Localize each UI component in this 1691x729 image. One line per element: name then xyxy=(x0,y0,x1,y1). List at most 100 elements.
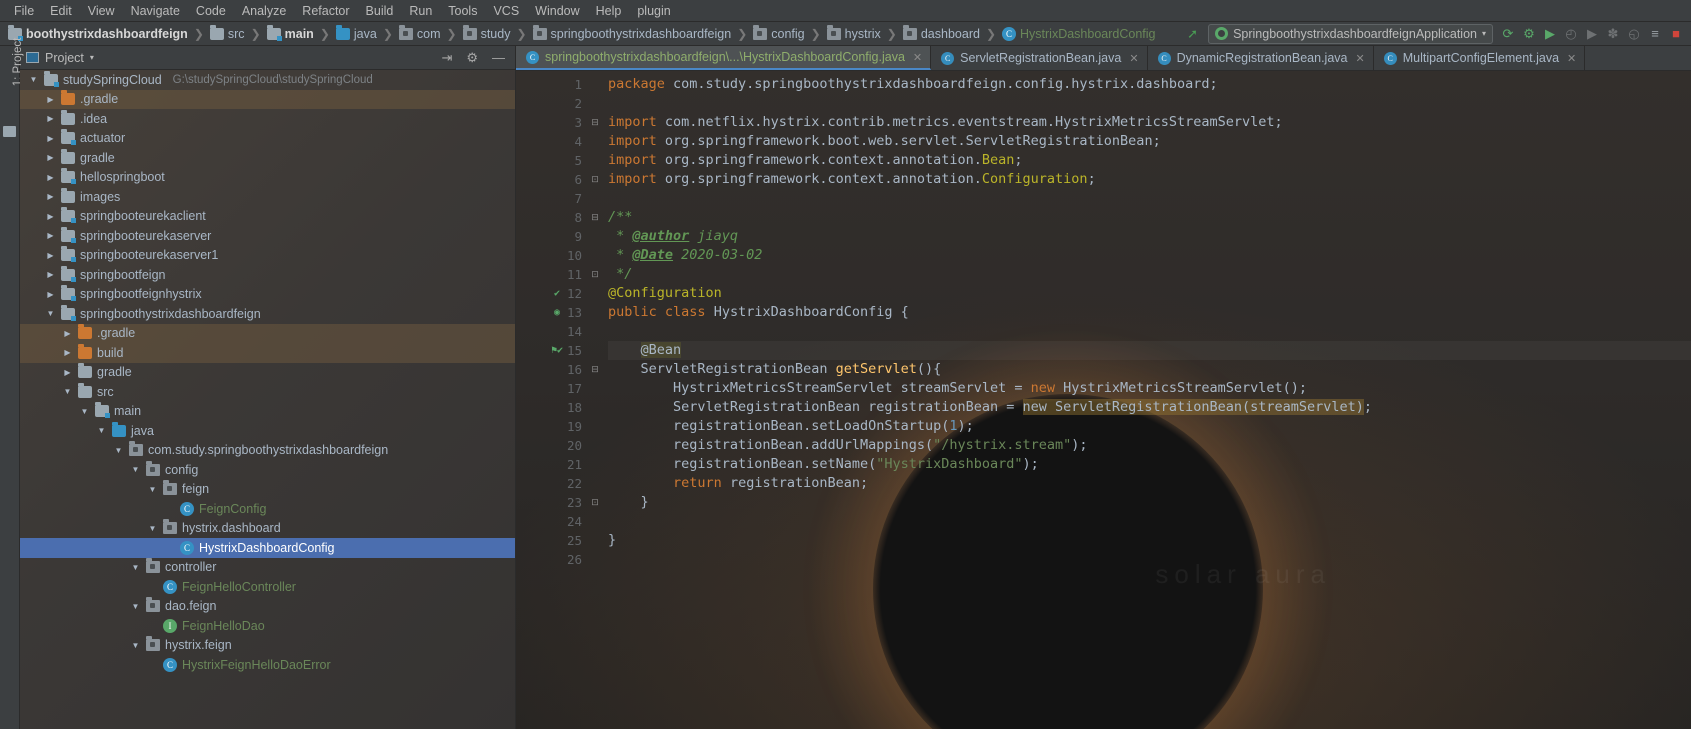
tree-item-config[interactable]: ▼ config xyxy=(20,460,515,480)
code-fold-toggle[interactable]: ⊡ xyxy=(588,170,602,189)
gutter-marker-icon[interactable]: ◉ xyxy=(551,307,563,318)
tree-item-springbootfeignhystrix[interactable]: ▶ springbootfeignhystrix xyxy=(20,285,515,305)
code-line-7[interactable] xyxy=(608,189,1691,208)
tree-item-springbooteurekaclient[interactable]: ▶ springbooteurekaclient xyxy=(20,207,515,227)
code-line-25[interactable]: } xyxy=(608,531,1691,550)
code-content[interactable]: package com.study.springboothystrixdashb… xyxy=(602,71,1691,729)
tree-item-gradle[interactable]: ▶ gradle xyxy=(20,148,515,168)
expand-arrow-icon[interactable]: ▼ xyxy=(130,563,141,572)
run-with-coverage-button[interactable]: ▶ xyxy=(1541,25,1559,43)
collapse-arrow-icon[interactable]: ▶ xyxy=(62,329,73,338)
tree-item-hystrixdashboard[interactable]: ▼ hystrix.dashboard xyxy=(20,519,515,539)
tree-item-src[interactable]: ▼ src xyxy=(20,382,515,402)
collapse-arrow-icon[interactable]: ▶ xyxy=(45,153,56,162)
menu-item-edit[interactable]: Edit xyxy=(42,1,80,21)
breadcrumb-item-boothystrixdashboardfeign[interactable]: boothystrixdashboardfeign xyxy=(4,24,192,42)
code-fold-toggle[interactable]: ⊟ xyxy=(588,360,602,379)
code-line-22[interactable]: return registrationBean; xyxy=(608,474,1691,493)
collapse-arrow-icon[interactable]: ▶ xyxy=(45,270,56,279)
tree-item-daofeign[interactable]: ▼ dao.feign xyxy=(20,597,515,617)
tree-item-hystrixdashboardconfig[interactable]: C HystrixDashboardConfig xyxy=(20,538,515,558)
code-line-23[interactable]: } xyxy=(608,493,1691,512)
code-fold-toggle[interactable]: ⊟ xyxy=(588,208,602,227)
breadcrumb-item-springboothystrixdashboardfeign[interactable]: springboothystrixdashboardfeign xyxy=(529,24,736,42)
menu-item-help[interactable]: Help xyxy=(588,1,630,21)
tree-item-springbooteurekaserver[interactable]: ▶ springbooteurekaserver xyxy=(20,226,515,246)
tree-item-java[interactable]: ▼ java xyxy=(20,421,515,441)
tree-item-build[interactable]: ▶ build xyxy=(20,343,515,363)
expand-arrow-icon[interactable]: ▼ xyxy=(62,387,73,396)
expand-arrow-icon[interactable]: ▼ xyxy=(79,407,90,416)
close-icon[interactable]: ✕ xyxy=(1129,52,1138,65)
tree-item-feignhellocontroller[interactable]: C FeignHelloController xyxy=(20,577,515,597)
structure-tool-icon[interactable] xyxy=(3,126,16,137)
hide-panel-icon[interactable]: — xyxy=(488,50,509,65)
editor-tab-servletregistrationbeanjava[interactable]: C ServletRegistrationBean.java ✕ xyxy=(931,46,1148,70)
code-folding-gutter[interactable]: ⊟ ⊡ ⊟ ⊡ ⊟ ⊡ xyxy=(588,71,602,729)
chevron-down-icon[interactable]: ▾ xyxy=(90,53,94,62)
tree-item-springbooteurekaserver1[interactable]: ▶ springbooteurekaserver1 xyxy=(20,246,515,266)
menu-item-tools[interactable]: Tools xyxy=(440,1,485,21)
code-line-19[interactable]: registrationBean.setLoadOnStartup(1); xyxy=(608,417,1691,436)
settings-gear-icon[interactable]: ⚙ xyxy=(462,50,482,66)
code-line-4[interactable]: import org.springframework.boot.web.serv… xyxy=(608,132,1691,151)
breadcrumb-item-study[interactable]: study xyxy=(459,24,515,42)
tree-item-hystrixfeignhellodaoerror[interactable]: C HystrixFeignHelloDaoError xyxy=(20,655,515,675)
tree-item-gradle[interactable]: ▶ .gradle xyxy=(20,89,515,109)
collapse-arrow-icon[interactable]: ▶ xyxy=(45,134,56,143)
code-line-6[interactable]: import org.springframework.context.annot… xyxy=(608,170,1691,189)
collapse-arrow-icon[interactable]: ▶ xyxy=(45,95,56,104)
tree-item-hystrixfeign[interactable]: ▼ hystrix.feign xyxy=(20,636,515,656)
menu-item-vcs[interactable]: VCS xyxy=(485,1,527,21)
collapse-all-icon[interactable]: ⇥ xyxy=(437,50,456,66)
collapse-arrow-icon[interactable]: ▶ xyxy=(45,173,56,182)
expand-arrow-icon[interactable]: ▼ xyxy=(147,524,158,533)
tree-item-main[interactable]: ▼ main xyxy=(20,402,515,422)
code-line-18[interactable]: ServletRegistrationBean registrationBean… xyxy=(608,398,1691,417)
code-line-21[interactable]: registrationBean.setName("HystrixDashboa… xyxy=(608,455,1691,474)
collapse-arrow-icon[interactable]: ▶ xyxy=(45,231,56,240)
tree-item-hellospringboot[interactable]: ▶ hellospringboot xyxy=(20,168,515,188)
expand-arrow-icon[interactable]: ▼ xyxy=(113,446,124,455)
code-line-13[interactable]: public class HystrixDashboardConfig { xyxy=(608,303,1691,322)
close-icon[interactable]: ✕ xyxy=(913,51,922,64)
expand-arrow-icon[interactable]: ▼ xyxy=(130,465,141,474)
expand-arrow-icon[interactable]: ▼ xyxy=(130,641,141,650)
menu-item-build[interactable]: Build xyxy=(358,1,402,21)
collapse-arrow-icon[interactable]: ▶ xyxy=(45,212,56,221)
breadcrumb-item-src[interactable]: src xyxy=(206,24,249,42)
code-fold-toggle[interactable]: ⊟ xyxy=(588,113,602,132)
code-line-12[interactable]: @Configuration xyxy=(608,284,1691,303)
tree-item-studyspringcloud[interactable]: ▼ studySpringCloud G:\studySpringCloud\stu… xyxy=(20,70,515,90)
collapse-arrow-icon[interactable]: ▶ xyxy=(45,251,56,260)
code-line-17[interactable]: HystrixMetricsStreamServlet streamServle… xyxy=(608,379,1691,398)
code-line-8[interactable]: /** xyxy=(608,208,1691,227)
code-fold-toggle[interactable]: ⊡ xyxy=(588,493,602,512)
code-line-3[interactable]: import com.netflix.hystrix.contrib.metri… xyxy=(608,113,1691,132)
code-line-14[interactable] xyxy=(608,322,1691,341)
close-icon[interactable]: ✕ xyxy=(1567,52,1576,65)
code-line-1[interactable]: package com.study.springboothystrixdashb… xyxy=(608,75,1691,94)
menu-item-file[interactable]: File xyxy=(6,1,42,21)
tree-item-images[interactable]: ▶ images xyxy=(20,187,515,207)
breadcrumb-item-main[interactable]: main xyxy=(263,24,318,42)
menu-item-analyze[interactable]: Analyze xyxy=(234,1,294,21)
code-line-10[interactable]: * @Date 2020-03-02 xyxy=(608,246,1691,265)
tree-item-springboothystrixdashboardfeign[interactable]: ▼ springboothystrixdashboardfeign xyxy=(20,304,515,324)
editor-tab-springboothystrixdashboardfeig[interactable]: Cspringboothystrixdashboardfeign\...\Hys… xyxy=(516,46,932,70)
menu-item-refactor[interactable]: Refactor xyxy=(294,1,357,21)
breadcrumb-item-hystrix[interactable]: hystrix xyxy=(823,24,885,42)
menu-item-view[interactable]: View xyxy=(80,1,123,21)
breadcrumb-item-dashboard[interactable]: dashboard xyxy=(899,24,984,42)
breadcrumb-item-java[interactable]: java xyxy=(332,24,381,42)
tree-item-gradle[interactable]: ▶ gradle xyxy=(20,363,515,383)
code-fold-toggle[interactable]: ⊡ xyxy=(588,265,602,284)
code-line-16[interactable]: ServletRegistrationBean getServlet(){ xyxy=(608,360,1691,379)
menu-item-plugin[interactable]: plugin xyxy=(629,1,678,21)
expand-arrow-icon[interactable]: ▼ xyxy=(96,426,107,435)
menu-item-run[interactable]: Run xyxy=(401,1,440,21)
collapse-arrow-icon[interactable]: ▶ xyxy=(45,192,56,201)
code-line-24[interactable] xyxy=(608,512,1691,531)
code-line-5[interactable]: import org.springframework.context.annot… xyxy=(608,151,1691,170)
menu-item-code[interactable]: Code xyxy=(188,1,234,21)
